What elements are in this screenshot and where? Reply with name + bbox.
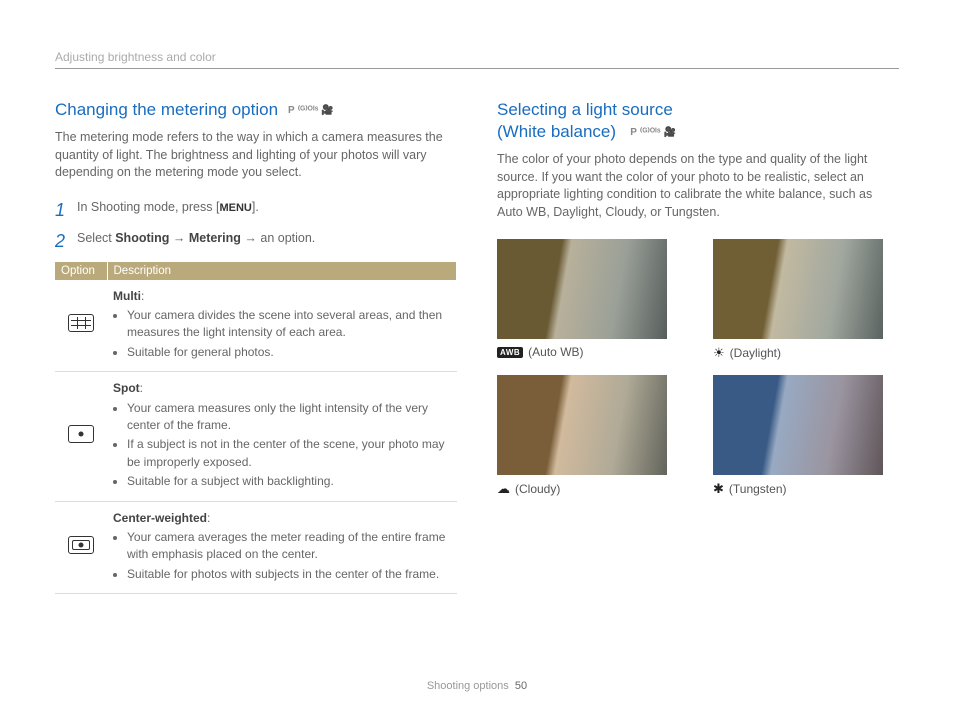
wb-sample: ✱ (Tungsten)	[713, 375, 899, 497]
wb-sample: ☀ (Daylight)	[713, 239, 899, 361]
step2-pre: Select	[77, 231, 115, 245]
wb-samples-grid: AWB (Auto WB) ☀ (Daylight) ☁ (Cloudy)	[497, 239, 899, 497]
section-title-metering: Changing the metering option P ⁽ᴳ⁾ᴼᴵˢ 🎥	[55, 99, 457, 121]
opt-name: Center-weighted	[113, 511, 207, 525]
wb-label-text: (Cloudy)	[515, 482, 560, 496]
cloud-icon: ☁	[497, 481, 510, 497]
th-option: Option	[55, 262, 107, 280]
wb-sample: AWB (Auto WB)	[497, 239, 683, 361]
table-row: Spot: Your camera measures only the ligh…	[55, 372, 457, 501]
step1-post: ].	[252, 200, 259, 214]
step-2: 2 Select Shooting → Metering → an option…	[55, 231, 457, 252]
opt-bullet: Your camera divides the scene into sever…	[127, 307, 451, 342]
page-footer: Shooting options 50	[0, 680, 954, 692]
footer-section: Shooting options	[427, 680, 509, 692]
opt-bullet: Suitable for photos with subjects in the…	[127, 566, 451, 583]
opt-bullet: Suitable for a subject with backlighting…	[127, 473, 451, 490]
opt-name: Multi	[113, 289, 141, 303]
content-columns: Changing the metering option P ⁽ᴳ⁾ᴼᴵˢ 🎥 …	[55, 99, 899, 594]
tungsten-icon: ✱	[713, 481, 724, 497]
step-number: 1	[55, 200, 69, 221]
wb-label-text: (Auto WB)	[528, 345, 583, 359]
table-row: Center-weighted: Your camera averages th…	[55, 501, 457, 594]
step2-b1: Shooting	[115, 231, 169, 245]
wb-sample-image-cloudy	[497, 375, 667, 475]
wb-label: ☁ (Cloudy)	[497, 481, 683, 497]
metering-options-table: Option Description Multi: Your camera di…	[55, 262, 457, 594]
step-text: In Shooting mode, press [MENU].	[77, 200, 259, 214]
mode-video-icon: 🎥	[321, 104, 333, 117]
multi-metering-icon	[68, 314, 94, 332]
mode-icons: P ⁽ᴳ⁾ᴼᴵˢ 🎥	[288, 104, 334, 117]
page-number: 50	[515, 680, 527, 692]
step2-post: → an option.	[241, 231, 315, 245]
step-number: 2	[55, 231, 69, 252]
title-line1: Selecting a light source	[497, 99, 676, 121]
spot-metering-icon	[68, 425, 94, 443]
wb-label-text: (Tungsten)	[729, 482, 787, 496]
running-header: Adjusting brightness and color	[55, 50, 899, 69]
opt-bullet: If a subject is not in the center of the…	[127, 436, 451, 471]
right-column: Selecting a light source (White balance)…	[497, 99, 899, 594]
table-row: Multi: Your camera divides the scene int…	[55, 280, 457, 372]
title-l2-text: (White balance)	[497, 122, 616, 141]
step-1: 1 In Shooting mode, press [MENU].	[55, 200, 457, 221]
wb-label-text: (Daylight)	[730, 346, 781, 360]
menu-button-label: MENU	[219, 202, 251, 214]
step2-arr1: →	[169, 231, 188, 245]
mode-ois-icon: ⁽ᴳ⁾ᴼᴵˢ	[640, 126, 661, 139]
step1-pre: In Shooting mode, press [	[77, 200, 219, 214]
section-title-wb: Selecting a light source (White balance)…	[497, 99, 899, 143]
mode-icons: P ⁽ᴳ⁾ᴼᴵˢ 🎥	[630, 126, 676, 139]
opt-bullet: Your camera measures only the light inte…	[127, 400, 451, 435]
mode-p-icon: P	[288, 104, 295, 117]
wb-label: AWB (Auto WB)	[497, 345, 683, 359]
step2-b2: Metering	[189, 231, 241, 245]
mode-ois-icon: ⁽ᴳ⁾ᴼᴵˢ	[298, 104, 319, 117]
opt-bullet: Suitable for general photos.	[127, 344, 451, 361]
opt-bullet: Your camera averages the meter reading o…	[127, 529, 451, 564]
title-text: Changing the metering option	[55, 99, 278, 121]
wb-label: ☀ (Daylight)	[713, 345, 899, 361]
wb-label: ✱ (Tungsten)	[713, 481, 899, 497]
th-description: Description	[107, 262, 457, 280]
wb-sample-image-tungsten	[713, 375, 883, 475]
metering-intro: The metering mode refers to the way in w…	[55, 129, 457, 182]
mode-video-icon: 🎥	[664, 126, 676, 139]
mode-p-icon: P	[630, 126, 637, 139]
opt-name: Spot	[113, 381, 140, 395]
step-text: Select Shooting → Metering → an option.	[77, 231, 315, 245]
center-metering-icon	[68, 536, 94, 554]
awb-icon: AWB	[497, 347, 523, 358]
title-line2: (White balance) P ⁽ᴳ⁾ᴼᴵˢ 🎥	[497, 121, 676, 143]
wb-sample-image-auto	[497, 239, 667, 339]
wb-sample: ☁ (Cloudy)	[497, 375, 683, 497]
left-column: Changing the metering option P ⁽ᴳ⁾ᴼᴵˢ 🎥 …	[55, 99, 457, 594]
sun-icon: ☀	[713, 345, 725, 361]
wb-intro: The color of your photo depends on the t…	[497, 151, 899, 221]
wb-sample-image-daylight	[713, 239, 883, 339]
